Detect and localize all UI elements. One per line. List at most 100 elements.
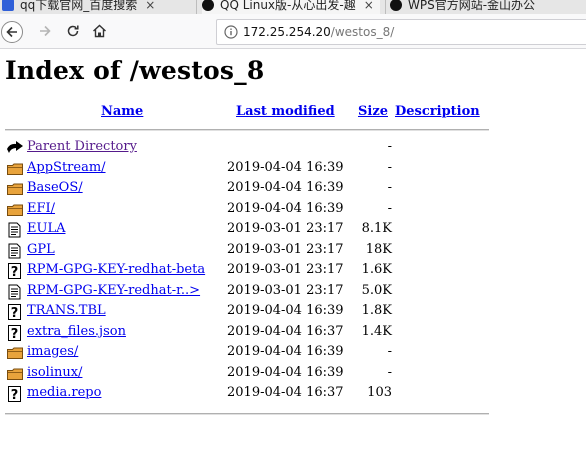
file-size: 18K xyxy=(365,241,392,257)
svg-text:?: ? xyxy=(11,327,19,341)
svg-text:?: ? xyxy=(11,388,19,402)
file-modified: 2019-04-04 16:37 xyxy=(227,385,344,400)
tab-baidu-search[interactable]: qq下载官网_百度搜索 × xyxy=(2,0,192,14)
file-row: EFI/2019-04-04 16:39 - xyxy=(0,201,586,219)
file-link[interactable]: EULA xyxy=(27,221,65,236)
folder-icon xyxy=(6,345,24,361)
file-row: GPL 2019-03-01 23:17 18K xyxy=(0,242,586,260)
home-icon xyxy=(92,24,106,38)
file-row: Parent Directory - xyxy=(0,139,586,157)
tab-label: WPS官方网站-金山办公 xyxy=(408,0,536,12)
file-row: images/2019-04-04 16:39 - xyxy=(0,344,586,362)
file-row: ? extra_files.json 2019-04-04 16:37 1.4K xyxy=(0,324,586,342)
text-icon xyxy=(6,284,24,300)
svg-text:?: ? xyxy=(11,265,19,279)
file-link[interactable]: media.repo xyxy=(27,385,101,400)
file-modified: 2019-04-04 16:39 xyxy=(227,303,344,318)
site-info-icon[interactable] xyxy=(224,25,238,39)
file-modified: 2019-04-04 16:39 xyxy=(227,364,344,380)
tab-divider xyxy=(196,0,197,14)
text-icon xyxy=(6,222,24,238)
folder-icon xyxy=(6,181,24,197)
column-header-size[interactable]: Size xyxy=(358,104,388,119)
file-link[interactable]: BaseOS/ xyxy=(27,180,83,195)
file-modified: 2019-04-04 16:39 xyxy=(227,180,344,195)
home-button[interactable] xyxy=(90,22,108,40)
back-button[interactable] xyxy=(1,21,23,43)
file-modified: 2019-04-04 16:37 xyxy=(227,323,344,339)
file-row: AppStream/2019-04-04 16:39 - xyxy=(0,160,586,178)
qq-penguin-icon xyxy=(202,0,214,11)
file-row: isolinux/2019-04-04 16:39 - xyxy=(0,365,586,383)
file-size: - xyxy=(387,180,392,195)
text-icon xyxy=(6,243,24,259)
file-modified: 2019-03-01 23:17 xyxy=(227,262,344,277)
back-icon xyxy=(6,140,24,156)
address-bar[interactable]: 172.25.254.20/westos_8/ xyxy=(216,19,586,45)
file-link[interactable]: Parent Directory xyxy=(27,139,137,154)
reload-button[interactable] xyxy=(64,22,82,40)
file-size: 1.4K xyxy=(361,323,392,339)
column-header-last-modified[interactable]: Last modified xyxy=(236,104,335,119)
file-size: - xyxy=(387,200,392,216)
navigation-toolbar: 172.25.254.20/westos_8/ xyxy=(0,14,586,49)
file-modified: 2019-04-04 16:39 xyxy=(227,200,344,216)
file-size: 1.6K xyxy=(361,262,392,277)
file-size: 1.8K xyxy=(361,303,392,318)
file-link[interactable]: GPL xyxy=(27,242,55,257)
close-tab-icon[interactable]: × xyxy=(145,0,155,12)
file-size: - xyxy=(387,364,392,380)
forward-arrow-icon xyxy=(40,25,51,37)
file-link[interactable]: isolinux/ xyxy=(27,365,82,380)
folder-icon xyxy=(6,202,24,218)
file-row: RPM-GPG-KEY-redhat-r..> 2019-03-01 23:17 5… xyxy=(0,283,586,301)
file-modified: 2019-04-04 16:39 xyxy=(227,159,344,175)
file-link[interactable]: RPM-GPG-KEY-redhat-r..> xyxy=(27,283,200,298)
file-modified: 2019-03-01 23:17 xyxy=(227,282,344,298)
page-title: Index of /westos_8 xyxy=(5,56,265,85)
url-path: /westos_8/ xyxy=(330,25,395,39)
page-content: Index of /westos_8 Name Last modified Si… xyxy=(0,48,586,449)
unknown-icon: ? xyxy=(6,304,24,321)
file-modified: 2019-04-04 16:39 xyxy=(227,344,344,359)
file-size: 5.0K xyxy=(361,282,392,298)
reload-icon xyxy=(67,25,79,37)
tab-label: QQ Linux版-从心出发-趣 xyxy=(220,0,356,12)
column-header-name[interactable]: Name xyxy=(101,104,143,119)
unknown-icon: ? xyxy=(6,263,24,280)
file-size: - xyxy=(387,344,392,359)
file-size: 8.1K xyxy=(361,221,392,236)
forward-button[interactable] xyxy=(36,22,54,40)
close-tab-icon[interactable]: × xyxy=(364,0,374,12)
footer-divider xyxy=(5,413,489,415)
file-size: - xyxy=(387,159,392,175)
file-size: - xyxy=(387,139,392,154)
svg-text:?: ? xyxy=(11,306,19,320)
tab-strip: qq下载官网_百度搜索 × QQ Linux版-从心出发-趣 × WPS官方网站… xyxy=(0,0,586,14)
header-divider xyxy=(5,129,489,131)
file-row: EULA 2019-03-01 23:17 8.1K xyxy=(0,221,586,239)
wps-logo-icon xyxy=(390,0,402,11)
baidu-paw-icon xyxy=(2,0,14,11)
folder-icon xyxy=(6,161,24,177)
file-row: ? RPM-GPG-KEY-redhat-beta 2019-03-01 23:17… xyxy=(0,262,586,280)
tab-divider xyxy=(385,0,386,14)
unknown-icon: ? xyxy=(6,324,24,342)
file-link[interactable]: AppStream/ xyxy=(27,160,106,175)
tab-qq-linux[interactable]: QQ Linux版-从心出发-趣 × xyxy=(202,0,380,14)
file-modified: 2019-03-01 23:17 xyxy=(227,241,344,257)
tab-label: qq下载官网_百度搜索 xyxy=(20,0,138,12)
file-link[interactable]: extra_files.json xyxy=(27,324,126,339)
file-row: ? media.repo 2019-04-04 16:37 103 xyxy=(0,385,586,403)
column-header-description[interactable]: Description xyxy=(395,104,480,119)
file-link[interactable]: TRANS.TBL xyxy=(27,303,106,318)
back-arrow-icon xyxy=(6,26,17,38)
tab-wps[interactable]: WPS官方网站-金山办公 xyxy=(390,0,586,14)
url-host: 172.25.254.20 xyxy=(243,25,331,39)
file-row: BaseOS/2019-04-04 16:39 - xyxy=(0,180,586,198)
unknown-icon: ? xyxy=(6,386,24,403)
file-link[interactable]: RPM-GPG-KEY-redhat-beta xyxy=(27,262,205,277)
folder-icon xyxy=(6,366,24,382)
file-link[interactable]: images/ xyxy=(27,344,78,359)
file-link[interactable]: EFI/ xyxy=(27,201,55,216)
